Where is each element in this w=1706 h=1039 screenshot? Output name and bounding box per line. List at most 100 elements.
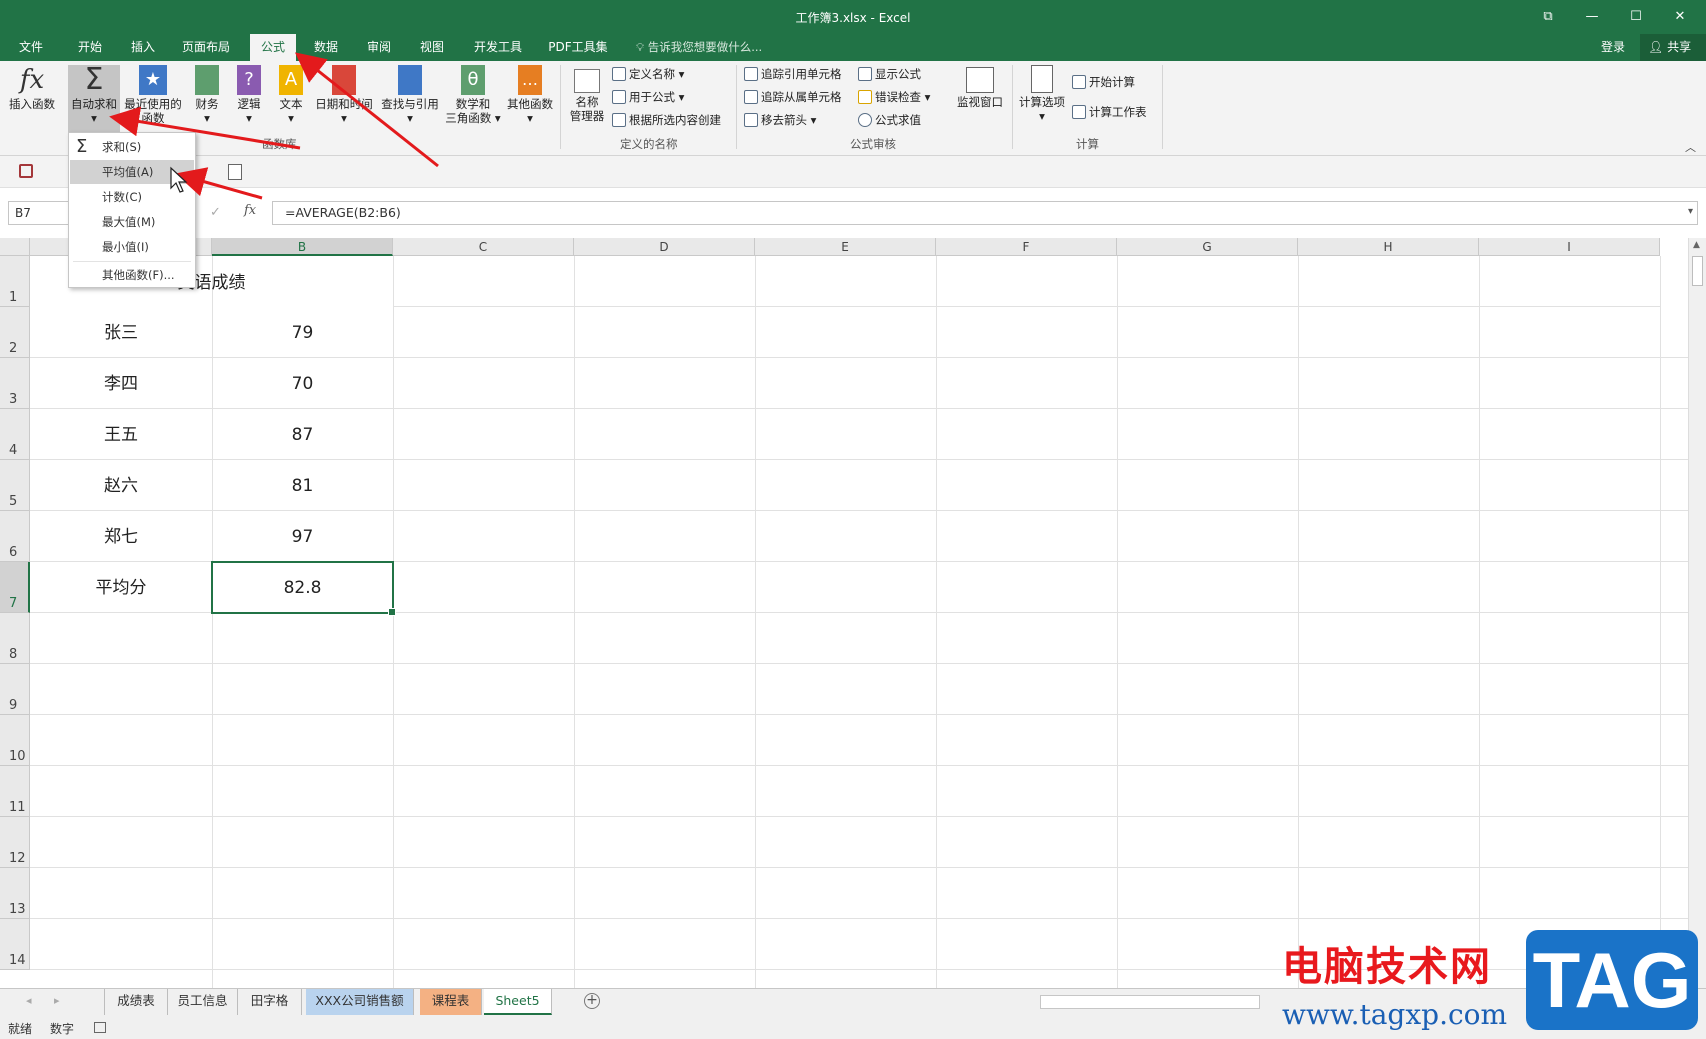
- cell-b4[interactable]: 87: [212, 420, 393, 450]
- tab-view[interactable]: 视图: [410, 34, 454, 61]
- show-formulas-button[interactable]: 显示公式: [858, 65, 921, 83]
- row-header[interactable]: 11: [0, 766, 30, 817]
- scroll-up-icon[interactable]: ▲: [1693, 240, 1700, 250]
- macro-record-icon[interactable]: [94, 1022, 106, 1033]
- column-header-i[interactable]: I: [1479, 238, 1660, 256]
- expand-formula-bar-icon[interactable]: ▾: [1688, 206, 1693, 217]
- cell-a5[interactable]: 赵六: [30, 471, 212, 501]
- row-header[interactable]: 9: [0, 664, 30, 715]
- sheet-tab[interactable]: 员工信息: [168, 989, 238, 1015]
- calculate-now-button[interactable]: 开始计算: [1072, 73, 1135, 91]
- next-sheet-icon[interactable]: ▸: [54, 994, 60, 1007]
- cell-b6[interactable]: 97: [212, 522, 393, 552]
- row-header[interactable]: 7: [0, 562, 30, 613]
- minimize-button[interactable]: —: [1572, 6, 1612, 28]
- error-checking-button[interactable]: 错误检查 ▾: [858, 88, 930, 106]
- row-header[interactable]: 6: [0, 511, 30, 562]
- sheet-tab-active[interactable]: Sheet5: [484, 989, 552, 1015]
- math-trig-button[interactable]: θ 数学和 三角函数 ▾: [442, 65, 504, 125]
- maximize-button[interactable]: ☐: [1616, 6, 1656, 28]
- column-header-h[interactable]: H: [1298, 238, 1479, 256]
- add-sheet-icon[interactable]: +: [584, 993, 600, 1009]
- tab-file[interactable]: 文件: [10, 34, 52, 61]
- cell-a7[interactable]: 平均分: [30, 573, 212, 603]
- insert-function-fx-icon[interactable]: fx: [244, 203, 256, 218]
- menu-item-average[interactable]: 平均值(A): [70, 160, 194, 184]
- sheet-tab[interactable]: 田字格: [238, 989, 302, 1015]
- cell-b5[interactable]: 81: [212, 471, 393, 501]
- worksheet-grid[interactable]: B C D E F G H I 1 2 3 4 5 6 7 8 9 10 11 …: [0, 238, 1690, 988]
- autosum-button[interactable]: Σ 自动求和 ▾: [68, 65, 120, 135]
- menu-item-sum[interactable]: Σ 求和(S): [70, 135, 194, 159]
- calculate-sheet-button[interactable]: 计算工作表: [1072, 103, 1147, 121]
- calculation-options-button[interactable]: 计算选项 ▾: [1016, 65, 1068, 123]
- prev-sheet-icon[interactable]: ◂: [26, 994, 32, 1007]
- tab-insert[interactable]: 插入: [122, 34, 164, 61]
- more-functions-button[interactable]: … 其他函数 ▾: [504, 65, 556, 125]
- column-header-e[interactable]: E: [755, 238, 936, 256]
- cell-a2[interactable]: 张三: [30, 318, 212, 348]
- tab-developer[interactable]: 开发工具: [466, 34, 530, 61]
- use-in-formula-button[interactable]: 用于公式 ▾: [612, 88, 684, 106]
- cell-a4[interactable]: 王五: [30, 420, 212, 450]
- tab-review[interactable]: 审阅: [358, 34, 400, 61]
- trace-dependents-button[interactable]: 追踪从属单元格: [744, 88, 842, 106]
- row-header[interactable]: 2: [0, 307, 30, 358]
- cell-b2[interactable]: 79: [212, 318, 393, 348]
- column-header-g[interactable]: G: [1117, 238, 1298, 256]
- tab-data[interactable]: 数据: [304, 34, 348, 61]
- selected-cell-b7[interactable]: [211, 561, 396, 616]
- create-from-selection-button[interactable]: 根据所选内容创建: [612, 111, 721, 129]
- horizontal-scrollbar[interactable]: [1040, 995, 1260, 1009]
- collapse-ribbon-icon[interactable]: ︿: [1685, 139, 1696, 155]
- sheet-tab[interactable]: XXX公司销售额: [306, 989, 414, 1015]
- share-button[interactable]: 👤︎ 共享: [1640, 34, 1706, 61]
- cell-a3[interactable]: 李四: [30, 369, 212, 399]
- evaluate-formula-button[interactable]: 公式求值: [858, 111, 921, 129]
- financial-button[interactable]: 财务 ▾: [190, 65, 224, 125]
- text-button[interactable]: A 文本 ▾: [274, 65, 308, 125]
- column-header-b[interactable]: B: [212, 238, 393, 256]
- trace-precedents-button[interactable]: 追踪引用单元格: [744, 65, 842, 83]
- tab-formulas[interactable]: 公式: [250, 34, 296, 61]
- formula-input[interactable]: =AVERAGE(B2:B6): [272, 201, 1698, 225]
- recently-used-button[interactable]: ★ 最近使用的 函数: [122, 65, 184, 125]
- vertical-scrollbar[interactable]: ▲: [1688, 238, 1706, 988]
- column-header-c[interactable]: C: [393, 238, 574, 256]
- vertical-scroll-thumb[interactable]: [1692, 256, 1703, 286]
- close-button[interactable]: ✕: [1660, 6, 1700, 28]
- tell-me-box[interactable]: 💡︎ 告诉我您想要做什么...: [636, 34, 762, 61]
- cell-b3[interactable]: 70: [212, 369, 393, 399]
- row-header[interactable]: 8: [0, 613, 30, 664]
- menu-item-count[interactable]: 计数(C): [70, 185, 194, 209]
- row-header[interactable]: 5: [0, 460, 30, 511]
- row-header[interactable]: 1: [0, 256, 30, 307]
- define-name-button[interactable]: 定义名称 ▾: [612, 65, 684, 83]
- row-header[interactable]: 12: [0, 817, 30, 868]
- row-header[interactable]: 3: [0, 358, 30, 409]
- sheet-tab[interactable]: 成绩表: [104, 989, 168, 1015]
- tab-page-layout[interactable]: 页面布局: [174, 34, 238, 61]
- menu-item-more-functions[interactable]: 其他函数(F)...: [70, 263, 194, 287]
- lookup-reference-button[interactable]: 查找与引用 ▾: [378, 65, 442, 125]
- column-header-d[interactable]: D: [574, 238, 755, 256]
- row-header[interactable]: 4: [0, 409, 30, 460]
- name-manager-button[interactable]: 名称 管理器: [564, 65, 610, 123]
- login-link[interactable]: 登录: [1601, 34, 1625, 61]
- tab-home[interactable]: 开始: [68, 34, 112, 61]
- tab-pdf-tools[interactable]: PDF工具集: [544, 34, 612, 61]
- column-header-f[interactable]: F: [936, 238, 1117, 256]
- confirm-entry-icon[interactable]: ✓: [210, 205, 221, 220]
- menu-item-min[interactable]: 最小值(I): [70, 235, 194, 259]
- ribbon-display-options-icon[interactable]: ⧉: [1528, 6, 1568, 28]
- save-icon[interactable]: [19, 164, 33, 178]
- insert-function-button[interactable]: fx 插入函数: [6, 65, 58, 111]
- print-preview-icon[interactable]: [228, 164, 242, 180]
- row-header[interactable]: 13: [0, 868, 30, 919]
- remove-arrows-button[interactable]: 移去箭头 ▾: [744, 111, 816, 129]
- row-header[interactable]: 10: [0, 715, 30, 766]
- cell-a6[interactable]: 郑七: [30, 522, 212, 552]
- sheet-tab[interactable]: 课程表: [420, 989, 482, 1015]
- menu-item-max[interactable]: 最大值(M): [70, 210, 194, 234]
- watch-window-button[interactable]: 监视窗口: [952, 65, 1008, 109]
